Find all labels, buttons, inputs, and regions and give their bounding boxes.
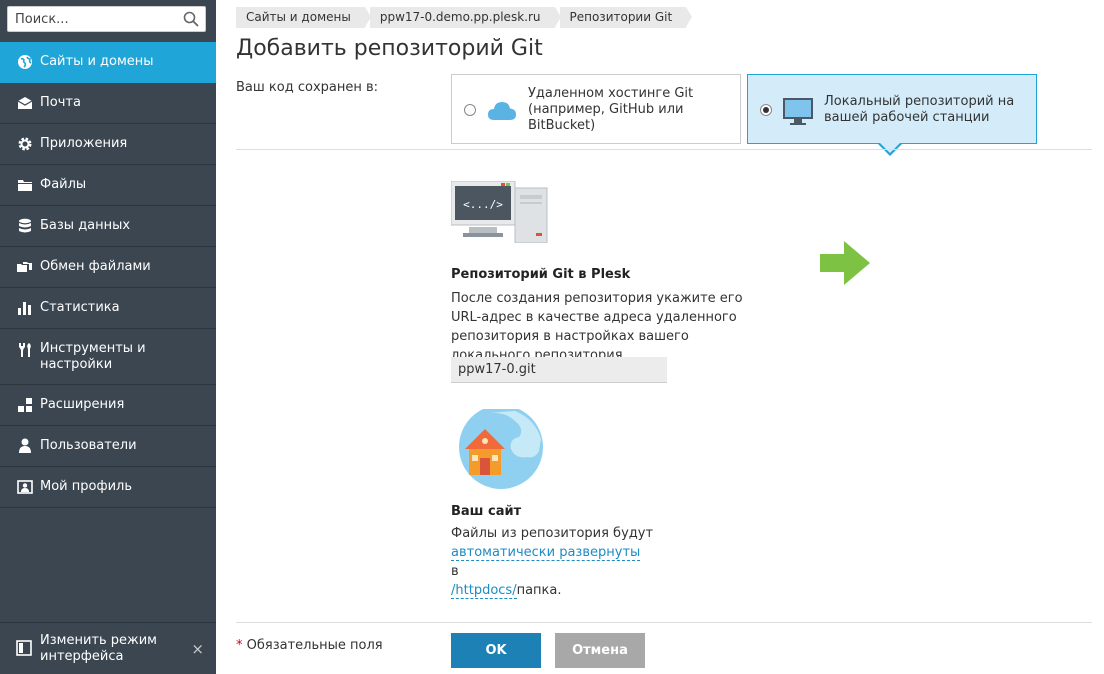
- server-code-illustration: <.../>: [451, 181, 548, 243]
- chart-icon: [16, 300, 33, 317]
- sidebar-item-label: Пользователи: [40, 438, 137, 453]
- option-remote-git-hosting[interactable]: Удаленном хостинге Git (например, GitHub…: [451, 74, 741, 144]
- sidebar-item-label: Базы данных: [40, 218, 131, 233]
- sidebar-item-label: Инструменты и настройки: [40, 340, 146, 372]
- search-input[interactable]: [8, 7, 178, 31]
- arrow-right-icon: [820, 241, 870, 285]
- selection-pointer-inner: [880, 143, 900, 153]
- sidebar-item-label: Статистика: [40, 300, 120, 315]
- interface-mode-icon: [16, 640, 33, 657]
- required-star: *: [236, 638, 243, 653]
- sidebar-item-label: Мой профиль: [40, 479, 132, 494]
- breadcrumb-item-git-repos[interactable]: Репозитории Git: [559, 7, 692, 28]
- user-icon: [16, 438, 33, 455]
- sidebar-item-users[interactable]: Пользователи: [0, 426, 216, 467]
- database-icon: [16, 218, 33, 235]
- breadcrumb-item-domain[interactable]: ppw17-0.demo.pp.plesk.ru: [369, 7, 561, 28]
- search-box: [7, 6, 206, 32]
- site-text-in: в: [451, 564, 459, 579]
- sidebar-item-label: Приложения: [40, 136, 128, 151]
- search-icon[interactable]: [183, 11, 199, 27]
- code-glyph: <.../>: [463, 198, 503, 211]
- sidebar-item-label: Файлы: [40, 177, 87, 192]
- tools-icon: [16, 341, 33, 358]
- radio-remote[interactable]: [464, 104, 476, 116]
- site-text-folder: папка.: [516, 583, 562, 598]
- sidebar-item-statistics[interactable]: Статистика: [0, 288, 216, 329]
- divider: [236, 622, 1092, 623]
- interface-mode-label: Изменить режим интерфейса: [40, 632, 157, 664]
- cloud-icon: [488, 102, 516, 120]
- sidebar-item-websites-domains[interactable]: Сайты и домены: [0, 42, 216, 83]
- profile-icon: [16, 479, 33, 496]
- option-remote-label: Удаленном хостинге Git (например, GitHub…: [528, 86, 694, 133]
- site-text-line1: Файлы из репозитория будут: [451, 526, 654, 541]
- sidebar-nav: Сайты и домены Почта Приложения Файлы Ба…: [0, 42, 216, 508]
- divider: [236, 149, 1092, 150]
- breadcrumb: Сайты и домены ppw17-0.demo.pp.plesk.ru …: [236, 7, 692, 28]
- website-house-illustration: [459, 409, 543, 489]
- file-sharing-icon: [16, 259, 33, 276]
- gear-icon: [16, 136, 33, 153]
- sidebar-item-label: Обмен файлами: [40, 259, 151, 274]
- sidebar-item-label: Почта: [40, 95, 81, 110]
- httpdocs-path-link[interactable]: /httpdocs/: [451, 583, 517, 599]
- folder-icon: [16, 177, 33, 194]
- monitor-icon: [783, 98, 813, 125]
- mail-icon: [16, 95, 33, 112]
- sidebar-item-mail[interactable]: Почта: [0, 83, 216, 124]
- sidebar-item-databases[interactable]: Базы данных: [0, 206, 216, 247]
- sidebar-item-applications[interactable]: Приложения: [0, 124, 216, 165]
- option-local-label: Локальный репозиторий на вашей рабочей с…: [824, 94, 1015, 125]
- repo-section-text: После создания репозитория укажите его U…: [451, 291, 743, 363]
- site-section-title: Ваш сайт: [451, 504, 522, 519]
- required-text: Обязательные поля: [246, 638, 383, 653]
- sidebar-item-label: Сайты и домены: [40, 54, 154, 69]
- breadcrumb-item-websites[interactable]: Сайты и домены: [236, 7, 371, 28]
- auto-deploy-link[interactable]: автоматически развернуты: [451, 545, 641, 561]
- option-local-repository[interactable]: Локальный репозиторий на вашей рабочей с…: [747, 74, 1037, 144]
- close-icon[interactable]: ×: [191, 640, 204, 658]
- required-fields-note: * Обязательные поля: [236, 638, 383, 653]
- sidebar-item-files[interactable]: Файлы: [0, 165, 216, 206]
- ok-button[interactable]: OK: [451, 633, 541, 668]
- sidebar-item-my-profile[interactable]: Мой профиль: [0, 467, 216, 508]
- site-section-text: Файлы из репозитория будут автоматически…: [451, 524, 711, 600]
- page-title: Добавить репозиторий Git: [236, 36, 543, 61]
- sidebar-item-file-sharing[interactable]: Обмен файлами: [0, 247, 216, 288]
- code-location-label: Ваш код сохранен в:: [236, 80, 379, 95]
- switch-interface-mode[interactable]: Изменить режим интерфейса ×: [0, 622, 216, 674]
- radio-local[interactable]: [760, 104, 772, 116]
- sidebar-item-label: Расширения: [40, 397, 125, 412]
- git-repo-name-field[interactable]: ppw17-0.git: [451, 357, 667, 383]
- sidebar-item-tools-settings[interactable]: Инструменты и настройки: [0, 329, 216, 385]
- sidebar-item-extensions[interactable]: Расширения: [0, 385, 216, 426]
- repo-section-title: Репозиторий Git в Plesk: [451, 267, 631, 282]
- globe-icon: [16, 54, 33, 71]
- sidebar: Сайты и домены Почта Приложения Файлы Ба…: [0, 0, 216, 674]
- extensions-icon: [16, 397, 33, 414]
- cancel-button[interactable]: Отмена: [555, 633, 645, 668]
